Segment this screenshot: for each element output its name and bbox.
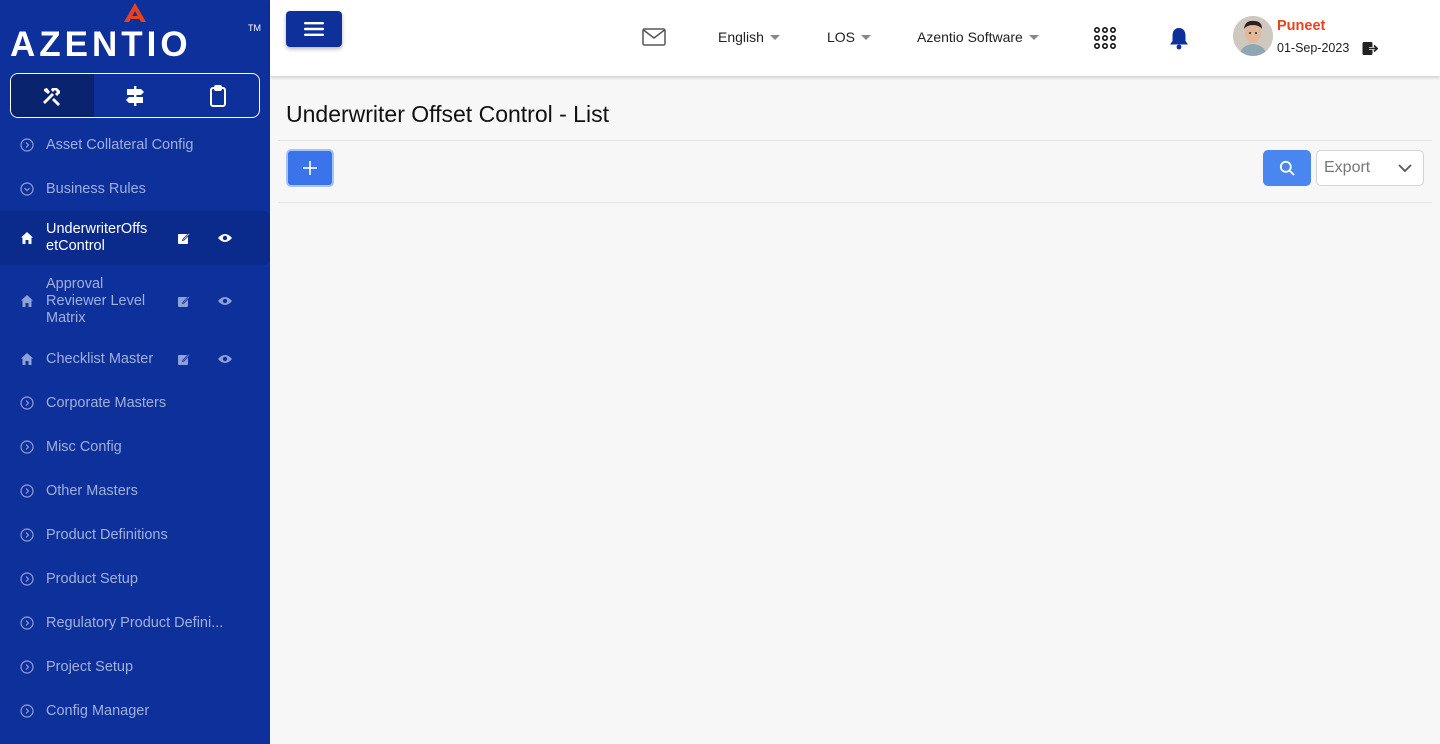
menu-toggle-button[interactable]	[286, 11, 342, 47]
sidebar-icon-tabs	[10, 73, 260, 118]
apps-grid-icon[interactable]	[1094, 27, 1116, 49]
sidebar-item-business-rules[interactable]: Business Rules	[0, 167, 270, 211]
sidebar-item-label: Config Manager	[46, 702, 150, 719]
sidebar-item-label: Corporate Masters	[46, 394, 167, 411]
chevron-circle-icon	[20, 704, 34, 718]
language-dropdown[interactable]: English	[718, 29, 780, 45]
hamburger-icon	[304, 22, 324, 36]
sidebar-item-other-masters[interactable]: Other Masters	[0, 469, 270, 513]
language-label: English	[718, 29, 764, 45]
user-photo-icon	[1233, 16, 1273, 56]
sidebar-item-approval-reviewer-level-matrix[interactable]: Approval Reviewer Level Matrix	[0, 265, 270, 337]
company-label: Azentio Software	[917, 29, 1023, 45]
search-icon	[1279, 160, 1295, 176]
sidebar-item-label: UnderwriterOffs etControl	[46, 221, 148, 254]
edit-icon[interactable]	[177, 231, 191, 245]
edit-icon[interactable]	[177, 294, 191, 308]
chevron-circle-down-icon	[20, 182, 34, 196]
sidebar-item-label: Checklist Master	[46, 350, 154, 367]
chevron-circle-icon	[20, 528, 34, 542]
chevron-circle-icon	[20, 660, 34, 674]
view-icon[interactable]	[217, 353, 233, 365]
caret-down-icon	[861, 34, 872, 40]
page-title: Underwriter Offset Control - List	[286, 101, 609, 127]
divider	[278, 140, 1432, 141]
sidebar-item-asset-collateral-config[interactable]: Asset Collateral Config	[0, 123, 270, 167]
chevron-circle-icon	[20, 484, 34, 498]
sidebar-item-label: Product Setup	[46, 570, 138, 587]
caret-down-icon	[1028, 34, 1039, 40]
sidebar-item-label: Regulatory Product Defini...	[46, 614, 224, 631]
tab-tools[interactable]	[11, 74, 94, 117]
sidebar-item-label: Misc Config	[46, 438, 122, 455]
sidebar-item-label: Other Masters	[46, 482, 138, 499]
home-icon	[20, 352, 34, 366]
azentio-logo[interactable]: AZENTIO TM	[10, 0, 265, 66]
chevron-circle-icon	[20, 440, 34, 454]
plus-icon	[303, 161, 317, 175]
chevron-circle-icon	[20, 572, 34, 586]
export-dropdown[interactable]: Export	[1316, 150, 1424, 186]
sidebar-item-product-definitions[interactable]: Product Definitions	[0, 513, 270, 557]
user-name[interactable]: Puneet	[1277, 18, 1325, 34]
logout-icon[interactable]	[1362, 41, 1378, 56]
session-date: 01-Sep-2023	[1277, 41, 1350, 55]
sidebar-menu: Asset Collateral Config Business Rules U…	[0, 123, 270, 733]
sidebar-item-misc-config[interactable]: Misc Config	[0, 425, 270, 469]
sidebar-item-product-setup[interactable]: Product Setup	[0, 557, 270, 601]
sidebar-item-label: Business Rules	[46, 180, 146, 197]
chevron-circle-icon	[20, 138, 34, 152]
view-icon[interactable]	[217, 295, 233, 307]
signpost-icon	[126, 85, 144, 106]
chevron-circle-icon	[20, 396, 34, 410]
sidebar-item-underwriter-offset-control[interactable]: UnderwriterOffs etControl	[0, 211, 270, 265]
edit-icon[interactable]	[177, 352, 191, 366]
top-header: English LOS Azentio Software Puneet 01-S…	[270, 0, 1440, 76]
export-label: Export	[1324, 159, 1371, 176]
caret-down-icon	[769, 34, 780, 40]
sidebar-item-label: Asset Collateral Config	[46, 136, 194, 153]
sidebar: AZENTIO TM Asset Collateral Config Busin…	[0, 0, 270, 744]
logo-mark-icon	[124, 3, 146, 22]
logo-text: AZENTIO	[10, 25, 192, 64]
sidebar-item-label: Product Definitions	[46, 526, 168, 543]
sidebar-item-label: Project Setup	[46, 658, 134, 675]
sidebar-item-regulatory-product-definitions[interactable]: Regulatory Product Defini...	[0, 601, 270, 645]
chevron-down-icon	[1398, 164, 1412, 173]
home-icon	[20, 294, 34, 308]
add-button[interactable]	[286, 149, 334, 187]
sidebar-item-corporate-masters[interactable]: Corporate Masters	[0, 381, 270, 425]
module-dropdown[interactable]: LOS	[827, 29, 872, 45]
home-icon	[20, 231, 34, 245]
tab-navigation[interactable]	[94, 74, 177, 117]
sidebar-item-project-setup[interactable]: Project Setup	[0, 645, 270, 689]
search-button[interactable]	[1263, 150, 1311, 186]
mail-icon[interactable]	[642, 27, 666, 47]
module-label: LOS	[827, 29, 856, 45]
tools-icon	[43, 87, 61, 106]
logo-trademark: TM	[248, 23, 261, 33]
sidebar-item-config-manager[interactable]: Config Manager	[0, 689, 270, 733]
sidebar-item-label: Approval Reviewer Level Matrix	[46, 275, 146, 326]
company-dropdown[interactable]: Azentio Software	[917, 29, 1039, 45]
sidebar-item-checklist-master[interactable]: Checklist Master	[0, 337, 270, 381]
avatar[interactable]	[1233, 16, 1273, 56]
bell-icon[interactable]	[1168, 26, 1190, 50]
divider	[278, 202, 1432, 203]
view-icon[interactable]	[217, 232, 233, 244]
tab-clipboard[interactable]	[176, 74, 259, 117]
chevron-circle-icon	[20, 616, 34, 630]
clipboard-icon	[209, 84, 226, 107]
